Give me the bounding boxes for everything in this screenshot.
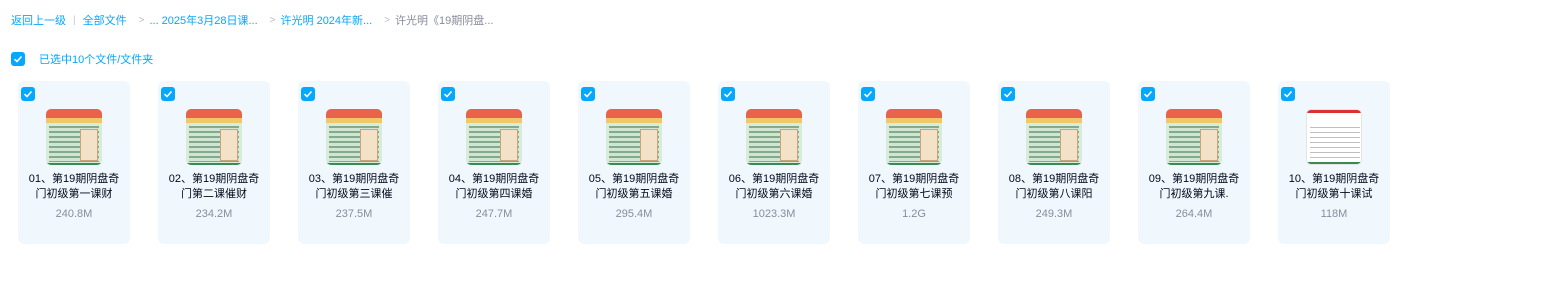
video-thumbnail[interactable] bbox=[886, 109, 942, 165]
file-name[interactable]: 10、第19期阴盘奇门初级第十课试 bbox=[1284, 172, 1384, 202]
file-size: 118M bbox=[1320, 208, 1348, 220]
file-name[interactable]: 04、第19期阴盘奇门初级第四课婚 bbox=[444, 172, 544, 202]
video-thumbnail[interactable] bbox=[606, 109, 662, 165]
checkmark-icon bbox=[303, 90, 313, 98]
chevron-right-icon: > bbox=[138, 14, 145, 26]
file-card[interactable]: 09、第19期阴盘奇门初级第九课. 264.4M bbox=[1138, 81, 1250, 244]
file-card[interactable]: 05、第19期阴盘奇门初级第五课婚 295.4M bbox=[578, 81, 690, 244]
file-checkbox[interactable] bbox=[1001, 87, 1015, 101]
selection-bar: 已选中10个文件/文件夹 bbox=[11, 52, 153, 66]
file-checkbox[interactable] bbox=[1281, 87, 1295, 101]
checkmark-icon bbox=[863, 90, 873, 98]
file-checkbox[interactable] bbox=[721, 87, 735, 101]
file-name[interactable]: 08、第19期阴盘奇门初级第八课阳 bbox=[1004, 172, 1104, 202]
file-name[interactable]: 02、第19期阴盘奇门第二课催财 bbox=[164, 172, 264, 202]
checkmark-icon bbox=[163, 90, 173, 98]
video-thumbnail[interactable] bbox=[1306, 109, 1362, 165]
checkmark-icon bbox=[23, 90, 33, 98]
video-thumbnail[interactable] bbox=[326, 109, 382, 165]
file-card[interactable]: 10、第19期阴盘奇门初级第十课试 118M bbox=[1278, 81, 1390, 244]
file-card[interactable]: 03、第19期阴盘奇门初级第三课催 237.5M bbox=[298, 81, 410, 244]
file-card[interactable]: 04、第19期阴盘奇门初级第四课婚 247.7M bbox=[438, 81, 550, 244]
breadcrumb-divider: | bbox=[73, 14, 76, 26]
checkmark-icon bbox=[1003, 90, 1013, 98]
file-size: 240.8M bbox=[55, 208, 93, 220]
chevron-right-icon: > bbox=[269, 14, 276, 26]
file-checkbox[interactable] bbox=[581, 87, 595, 101]
checkmark-icon bbox=[443, 90, 453, 98]
breadcrumb-current: 许光明《19期阴盘... bbox=[395, 15, 494, 27]
file-card[interactable]: 06、第19期阴盘奇门初级第六课婚 1023.3M bbox=[718, 81, 830, 244]
all-files-link[interactable]: 全部文件 bbox=[83, 12, 127, 28]
checkmark-icon bbox=[1283, 90, 1293, 98]
file-checkbox[interactable] bbox=[1141, 87, 1155, 101]
video-thumbnail[interactable] bbox=[1166, 109, 1222, 165]
file-card[interactable]: 02、第19期阴盘奇门第二课催财 234.2M bbox=[158, 81, 270, 244]
file-name[interactable]: 03、第19期阴盘奇门初级第三课催 bbox=[304, 172, 404, 202]
file-checkbox[interactable] bbox=[21, 87, 35, 101]
file-grid: 01、第19期阴盘奇门初级第一课财 240.8M 02、第19期阴盘奇门第二课催财 2… bbox=[18, 81, 1390, 244]
breadcrumb-item-2[interactable]: 许光明 2024年新... bbox=[281, 12, 373, 28]
file-checkbox[interactable] bbox=[441, 87, 455, 101]
select-all-checkbox[interactable] bbox=[11, 52, 25, 66]
video-thumbnail[interactable] bbox=[186, 109, 242, 165]
file-checkbox[interactable] bbox=[161, 87, 175, 101]
file-card[interactable]: 07、第19期阴盘奇门初级第七课预 1.2G bbox=[858, 81, 970, 244]
checkmark-icon bbox=[583, 90, 593, 98]
back-link[interactable]: 返回上一级 bbox=[11, 12, 66, 28]
file-size: 264.4M bbox=[1175, 208, 1213, 220]
file-size: 1.2G bbox=[902, 208, 926, 220]
file-size: 295.4M bbox=[615, 208, 653, 220]
checkmark-icon bbox=[1143, 90, 1153, 98]
checkmark-icon bbox=[13, 55, 23, 63]
file-size: 237.5M bbox=[335, 208, 373, 220]
video-thumbnail[interactable] bbox=[746, 109, 802, 165]
file-size: 249.3M bbox=[1035, 208, 1073, 220]
breadcrumb-item-1[interactable]: ... 2025年3月28日课... bbox=[149, 12, 257, 28]
file-name[interactable]: 07、第19期阴盘奇门初级第七课预 bbox=[864, 172, 964, 202]
file-checkbox[interactable] bbox=[301, 87, 315, 101]
file-name[interactable]: 09、第19期阴盘奇门初级第九课. bbox=[1144, 172, 1244, 202]
video-thumbnail[interactable] bbox=[46, 109, 102, 165]
video-thumbnail[interactable] bbox=[466, 109, 522, 165]
file-name[interactable]: 05、第19期阴盘奇门初级第五课婚 bbox=[584, 172, 684, 202]
file-size: 247.7M bbox=[475, 208, 513, 220]
selection-count: 已选中10个文件/文件夹 bbox=[39, 54, 154, 66]
file-size: 234.2M bbox=[195, 208, 233, 220]
file-name[interactable]: 06、第19期阴盘奇门初级第六课婚 bbox=[724, 172, 824, 202]
file-name[interactable]: 01、第19期阴盘奇门初级第一课财 bbox=[24, 172, 124, 202]
file-size: 1023.3M bbox=[752, 208, 796, 220]
file-checkbox[interactable] bbox=[861, 87, 875, 101]
file-card[interactable]: 01、第19期阴盘奇门初级第一课财 240.8M bbox=[18, 81, 130, 244]
checkmark-icon bbox=[723, 90, 733, 98]
breadcrumb: 返回上一级 | 全部文件 > ... 2025年3月28日课... > 许光明 … bbox=[11, 12, 493, 28]
video-thumbnail[interactable] bbox=[1026, 109, 1082, 165]
file-card[interactable]: 08、第19期阴盘奇门初级第八课阳 249.3M bbox=[998, 81, 1110, 244]
chevron-right-icon: > bbox=[384, 14, 391, 26]
